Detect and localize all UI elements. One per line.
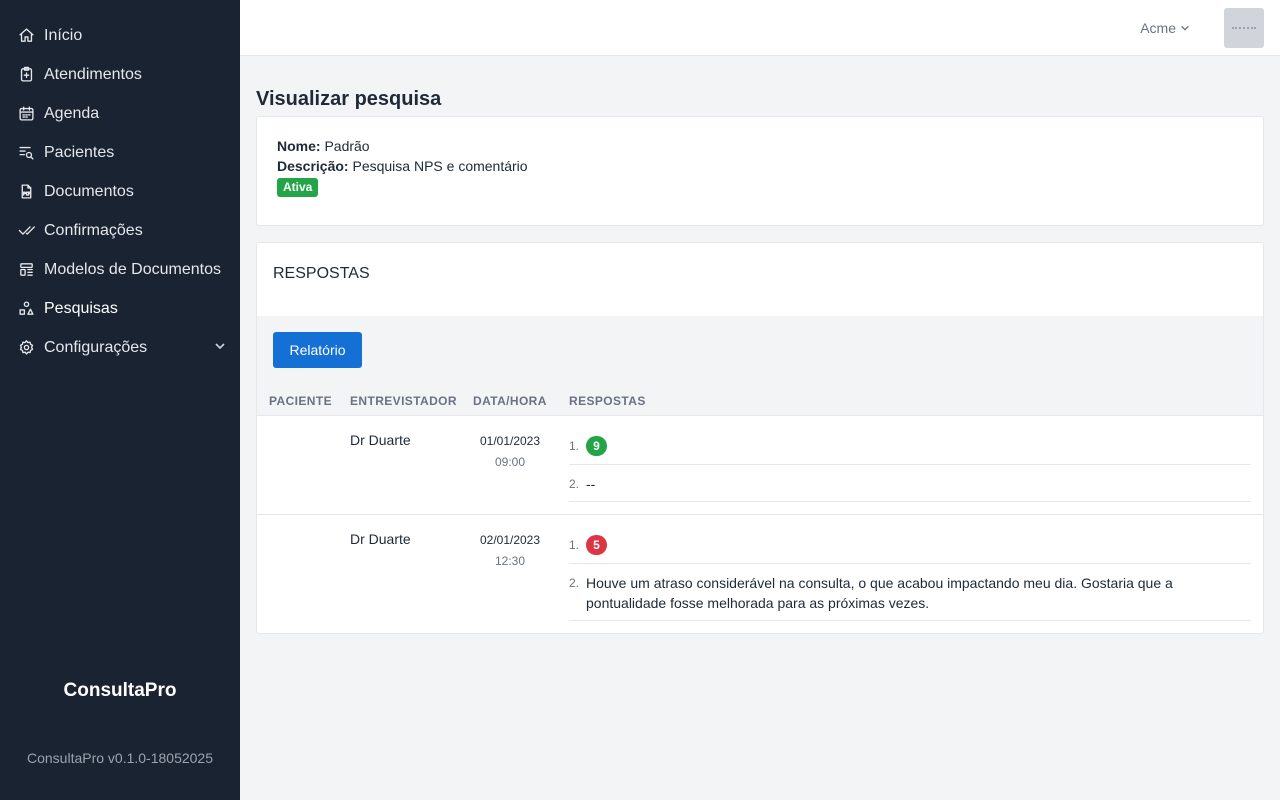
app-brand: ConsultaPro [63,680,177,701]
answer-comment: Houve um atraso considerável na consulta… [586,575,1173,611]
answer-comment: -- [586,476,596,492]
survey-description-label: Descrição: [277,158,349,174]
sidebar-item-pacientes[interactable]: Pacientes [0,133,240,172]
table-header: PACIENTE ENTREVISTADOR DATA/HORA RESPOST… [257,380,1263,416]
sidebar-item-documentos[interactable]: Documentos [0,172,240,211]
home-icon [17,27,35,45]
sidebar-nav: Início Atendimentos Agenda Pacientes Doc… [0,0,240,367]
sidebar-item-inicio[interactable]: Início [0,16,240,55]
answer-item: 2. Houve um atraso considerável na consu… [569,564,1251,621]
response-time: 12:30 [494,554,526,568]
calendar-icon [17,105,35,123]
sidebar-item-label: Confirmações [44,221,143,239]
clipboard-plus-icon [17,66,35,84]
answer-number: 1. [569,439,580,453]
responses-card: RESPOSTAS Relatório PACIENTE ENTREVISTAD… [256,242,1264,634]
column-header-data-hora: DATA/HORA [473,394,547,408]
survey-name-label: Nome: [277,138,321,154]
survey-description: Pesquisa NPS e comentário [352,158,528,174]
datetime-cell: 01/01/2023 09:00 [469,431,551,473]
response-date: 02/01/2023 [479,533,541,547]
status-badge: Ativa [277,178,319,197]
survey-name: Padrão [324,138,370,154]
answer-item: 2. -- [569,465,1251,502]
avatar[interactable] [1224,8,1264,48]
nps-score-badge: 5 [586,535,607,555]
sidebar-item-configuracoes[interactable]: Configurações [0,328,240,367]
sidebar-item-label: Modelos de Documentos [44,260,221,278]
layout-icon [17,261,35,279]
chevron-down-icon [1181,25,1189,31]
answers-list: 1. 5 2. Houve um atraso considerável na … [569,529,1251,621]
sidebar-item-label: Agenda [44,104,100,122]
chevron-down-icon [214,339,226,357]
responses-title: RESPOSTAS [257,243,1263,316]
sidebar-item-label: Configurações [44,338,148,356]
response-date: 01/01/2023 [479,434,541,448]
datetime-cell: 02/01/2023 12:30 [469,530,551,572]
organization-dropdown[interactable]: Acme [1140,20,1190,36]
interviewer-cell: Dr Duarte [350,531,411,547]
answer-number: 2. [569,477,580,491]
report-button[interactable]: Relatório [273,332,362,368]
column-header-respostas: RESPOSTAS [569,394,646,408]
survey-info-card: Nome: Padrão Descrição: Pesquisa NPS e c… [256,116,1264,226]
app-version: ConsultaPro v0.1.0-18052025 [26,750,214,766]
sidebar-item-pesquisas[interactable]: Pesquisas [0,289,240,328]
answers-list: 1. 9 2. -- [569,430,1251,502]
organization-label: Acme [1140,20,1176,36]
answer-item: 1. 9 [569,430,1251,465]
sidebar-item-modelos-de-documentos[interactable]: Modelos de Documentos [0,250,240,289]
sidebar-item-label: Atendimentos [44,65,142,83]
sidebar: Início Atendimentos Agenda Pacientes Doc… [0,0,240,800]
sidebar-item-confirmacoes[interactable]: Confirmações [0,211,240,250]
sidebar-item-label: Documentos [44,182,134,200]
table-row: Dr Duarte 01/01/2023 09:00 1. 9 2. -- [257,416,1263,515]
column-header-paciente: PACIENTE [269,394,332,408]
column-header-entrevistador: ENTREVISTADOR [350,394,457,408]
page-title: Visualizar pesquisa [256,88,442,110]
answer-number: 1. [569,538,580,552]
sidebar-item-label: Pacientes [44,143,115,161]
answer-item: 1. 5 [569,529,1251,564]
sidebar-item-atendimentos[interactable]: Atendimentos [0,55,240,94]
survey-name-row: Nome: Padrão [277,136,1243,156]
sidebar-item-label: Início [44,26,83,44]
double-check-icon [17,222,35,240]
table-row: Dr Duarte 02/01/2023 12:30 1. 5 2. Houve… [257,515,1263,633]
responses-toolbar: Relatório [257,316,1263,380]
answer-number: 2. [569,576,580,590]
topbar: Acme [240,0,1280,56]
interviewer-cell: Dr Duarte [350,432,411,448]
shapes-icon [17,300,35,318]
pdf-file-icon [17,183,35,201]
response-time: 09:00 [494,455,526,469]
sidebar-item-agenda[interactable]: Agenda [0,94,240,133]
list-search-icon [17,144,35,162]
avatar-placeholder-icon [1232,27,1256,29]
gear-icon [17,339,35,357]
sidebar-item-label: Pesquisas [44,299,118,317]
nps-score-badge: 9 [586,436,607,456]
survey-description-row: Descrição: Pesquisa NPS e comentário [277,156,1243,176]
